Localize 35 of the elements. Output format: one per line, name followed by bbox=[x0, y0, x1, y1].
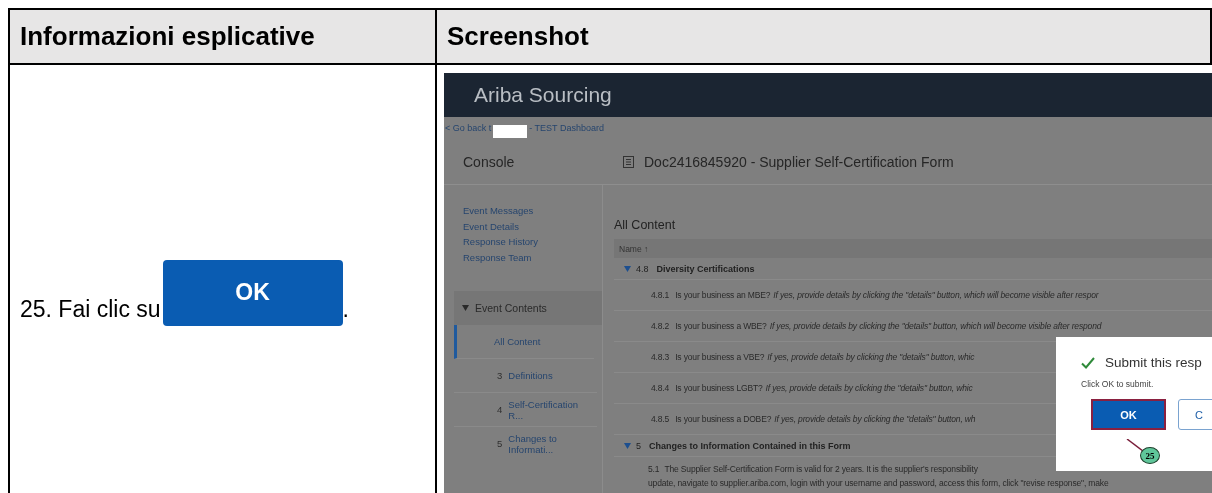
section-row: 4.8 Diversity Certifications bbox=[614, 258, 1212, 280]
console-link[interactable]: Event Details bbox=[463, 218, 602, 234]
question-row: 4.8.1 Is your business an MBE? If yes, provide details by clicking the "details" button, which will become visible after respor bbox=[614, 280, 1212, 311]
document-title: Doc2416845920 - Supplier Self-Certification Form bbox=[644, 153, 954, 170]
console-link[interactable]: Event Messages bbox=[463, 203, 602, 219]
console-title: Console bbox=[463, 153, 516, 170]
caret-icon[interactable] bbox=[624, 265, 631, 272]
instruction-text: 25. Fai clic su bbox=[20, 295, 161, 323]
cancel-button[interactable]: C bbox=[1178, 399, 1212, 430]
name-column-header[interactable]: Name ↑ bbox=[614, 239, 1212, 258]
column-header: Informazioni esplicative bbox=[10, 10, 437, 65]
dialog-message: Click OK to submit. bbox=[1081, 379, 1155, 389]
document-icon bbox=[623, 155, 634, 168]
nav-item[interactable]: 3 Definitions bbox=[454, 359, 597, 393]
paragraph-text: 5.1 The Supplier Self-Certification Form is valid for 2 years. It is the supplier's responsibility bbox=[648, 463, 978, 476]
event-contents-header[interactable]: Event Contents bbox=[454, 291, 602, 325]
console-link[interactable]: Response History bbox=[463, 234, 602, 250]
column-header: Screenshot bbox=[437, 10, 1212, 65]
paragraph-text: update, navigate to supplier.ariba.com, login with your username and password, access this form, click "revise response", make bbox=[648, 477, 1109, 490]
ok-button[interactable]: OK bbox=[162, 260, 343, 326]
section-title: All Content bbox=[614, 218, 677, 234]
dialog-title: Submit this resp bbox=[1105, 355, 1202, 370]
check-icon bbox=[1081, 356, 1095, 369]
step-number-badge: 25 bbox=[1140, 447, 1160, 464]
caret-icon bbox=[462, 305, 469, 311]
back-link[interactable]: < Go back t bbox=[445, 123, 492, 133]
caret-icon[interactable] bbox=[624, 442, 631, 449]
console-link[interactable]: Response Team bbox=[463, 249, 602, 265]
nav-item[interactable]: All Content bbox=[454, 325, 594, 359]
ok-button[interactable]: OK bbox=[1091, 399, 1167, 430]
redaction-block bbox=[493, 124, 528, 138]
leader-line bbox=[1126, 439, 1144, 451]
period-text: . bbox=[342, 295, 349, 323]
app-title: Ariba Sourcing bbox=[474, 83, 612, 107]
back-link[interactable]: - TEST Dashboard bbox=[529, 123, 604, 133]
